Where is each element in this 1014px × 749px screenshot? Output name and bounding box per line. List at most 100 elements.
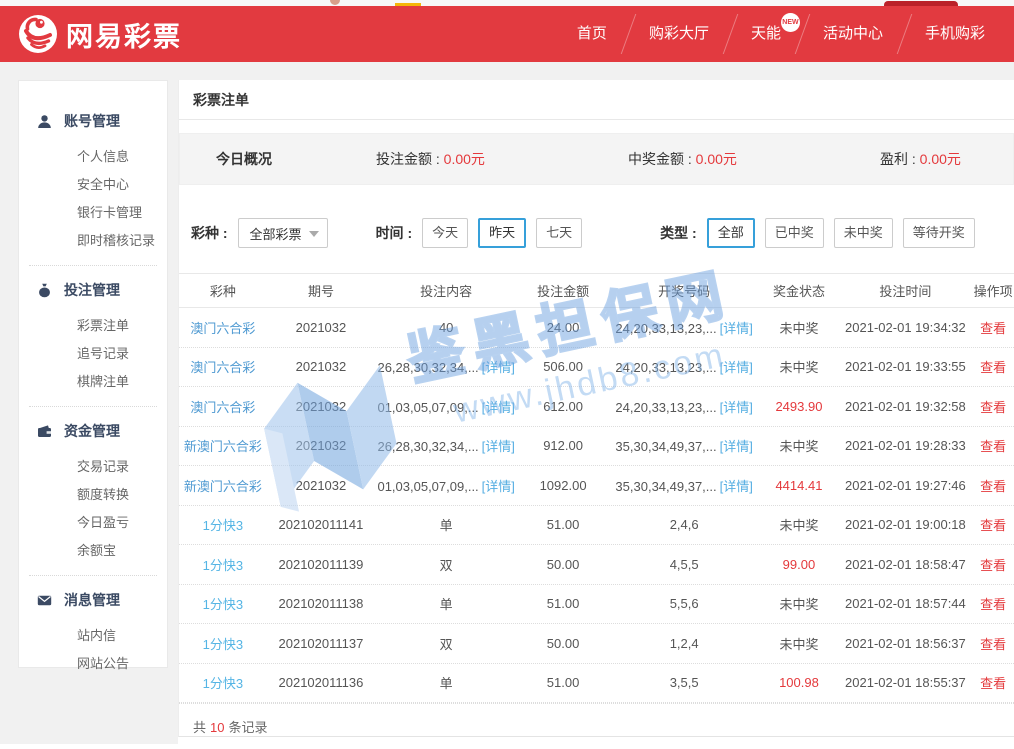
draw-numbers-detail-link[interactable]: [详情] bbox=[720, 321, 753, 336]
cell-lottery-name: 澳门六合彩 bbox=[179, 357, 267, 376]
sidebar-item-站内信[interactable]: 站内信 bbox=[19, 622, 167, 650]
time-filter-今天[interactable]: 今天 bbox=[422, 218, 468, 248]
sidebar-item-彩票注单[interactable]: 彩票注单 bbox=[19, 312, 167, 340]
draw-numbers-text: 4,5,5 bbox=[670, 557, 699, 572]
lottery-select[interactable]: 全部彩票 bbox=[238, 218, 328, 248]
view-link[interactable]: 查看 bbox=[980, 400, 1006, 415]
sidebar-item-即时稽核记录[interactable]: 即时稽核记录 bbox=[19, 227, 167, 255]
lottery-name-link[interactable]: 1分快3 bbox=[203, 676, 243, 691]
nav-item-4[interactable]: 活动中心 bbox=[802, 6, 904, 62]
cell-lottery-name: 1分快3 bbox=[179, 634, 267, 653]
cell-draw-numbers: 3,5,5 bbox=[609, 675, 759, 690]
cell-lottery-name: 1分快3 bbox=[179, 555, 267, 574]
cell-prize-status: 2493.90 bbox=[759, 399, 838, 414]
main-nav: 首页购彩大厅天能NEW活动中心手机购彩 bbox=[556, 6, 1006, 62]
cell-draw-numbers: 5,5,6 bbox=[609, 596, 759, 611]
sidebar-item-棋牌注单[interactable]: 棋牌注单 bbox=[19, 368, 167, 396]
view-link[interactable]: 查看 bbox=[980, 637, 1006, 652]
cell-issue: 202102011136 bbox=[267, 675, 376, 690]
draw-numbers-detail-link[interactable]: [详情] bbox=[720, 479, 753, 494]
lottery-name-link[interactable]: 澳门六合彩 bbox=[190, 400, 255, 415]
prize-status-text: 未中奖 bbox=[779, 321, 818, 336]
sidebar-item-个人信息[interactable]: 个人信息 bbox=[19, 143, 167, 171]
view-link[interactable]: 查看 bbox=[980, 676, 1006, 691]
summary-profit: 盈利 : 0.00元 bbox=[880, 149, 961, 169]
lottery-name-link[interactable]: 1分快3 bbox=[203, 558, 243, 573]
cell-bet-time: 2021-02-01 19:32:58 bbox=[839, 399, 973, 414]
draw-numbers-detail-link[interactable]: [详情] bbox=[720, 400, 753, 415]
sidebar-item-网站公告[interactable]: 网站公告 bbox=[19, 650, 167, 678]
site-logo[interactable]: 网易彩票 bbox=[18, 14, 182, 54]
lottery-name-link[interactable]: 澳门六合彩 bbox=[190, 321, 255, 336]
cell-bet-content: 双 bbox=[375, 634, 517, 653]
type-filter-未中奖[interactable]: 未中奖 bbox=[834, 218, 893, 248]
bet-content-detail-link[interactable]: [详情] bbox=[482, 400, 515, 415]
lottery-name-link[interactable]: 1分快3 bbox=[203, 637, 243, 652]
cell-bet-amount: 24.00 bbox=[517, 320, 609, 335]
sidebar-item-今日盈亏[interactable]: 今日盈亏 bbox=[19, 509, 167, 537]
cropped-avatar bbox=[330, 0, 340, 5]
prize-status-text: 未中奖 bbox=[779, 597, 818, 612]
draw-numbers-detail-link[interactable]: [详情] bbox=[720, 439, 753, 454]
lottery-name-link[interactable]: 新澳门六合彩 bbox=[184, 479, 262, 494]
lottery-name-link[interactable]: 新澳门六合彩 bbox=[184, 439, 262, 454]
prize-status-text: 2493.90 bbox=[775, 399, 822, 414]
lottery-name-link[interactable]: 1分快3 bbox=[203, 518, 243, 533]
view-link[interactable]: 查看 bbox=[980, 360, 1006, 375]
sidebar-item-余额宝[interactable]: 余额宝 bbox=[19, 537, 167, 565]
lottery-name-link[interactable]: 1分快3 bbox=[203, 597, 243, 612]
view-link[interactable]: 查看 bbox=[980, 439, 1006, 454]
sidebar-item-额度转换[interactable]: 额度转换 bbox=[19, 481, 167, 509]
time-filter-昨天[interactable]: 昨天 bbox=[478, 218, 526, 248]
col-header-8: 操作项 bbox=[972, 281, 1014, 300]
sidebar-item-安全中心[interactable]: 安全中心 bbox=[19, 171, 167, 199]
cell-lottery-name: 新澳门六合彩 bbox=[179, 476, 267, 495]
draw-numbers-text: 24,20,33,13,23,... bbox=[615, 360, 716, 375]
view-link[interactable]: 查看 bbox=[980, 558, 1006, 573]
view-link[interactable]: 查看 bbox=[980, 321, 1006, 336]
draw-numbers-text: 1,2,4 bbox=[670, 636, 699, 651]
time-filter-label: 时间 : bbox=[376, 223, 413, 243]
nav-item-2[interactable]: 购彩大厅 bbox=[628, 6, 730, 62]
cell-draw-numbers: 35,30,34,49,37,...[详情] bbox=[609, 476, 759, 495]
table-header-row: 彩种期号投注内容投注金额开奖号码奖金状态投注时间操作项 bbox=[179, 273, 1014, 308]
bet-content-detail-link[interactable]: [详情] bbox=[482, 439, 515, 454]
view-link[interactable]: 查看 bbox=[980, 597, 1006, 612]
col-header-7: 投注时间 bbox=[839, 281, 973, 300]
bet-content-detail-link[interactable]: [详情] bbox=[482, 479, 515, 494]
nav-item-3[interactable]: 天能NEW bbox=[730, 6, 802, 62]
table-row: 1分快3202102011136单51.003,5,5100.982021-02… bbox=[179, 664, 1014, 704]
time-filter-七天[interactable]: 七天 bbox=[536, 218, 582, 248]
lottery-name-link[interactable]: 澳门六合彩 bbox=[190, 360, 255, 375]
cell-draw-numbers: 4,5,5 bbox=[609, 557, 759, 572]
cell-bet-amount: 51.00 bbox=[517, 596, 609, 611]
nav-item-1[interactable]: 首页 bbox=[556, 6, 628, 62]
cell-bet-amount: 50.00 bbox=[517, 636, 609, 651]
cell-issue: 2021032 bbox=[267, 478, 376, 493]
cell-bet-content: 01,03,05,07,09,...[详情] bbox=[375, 397, 517, 416]
view-link[interactable]: 查看 bbox=[980, 479, 1006, 494]
view-link[interactable]: 查看 bbox=[980, 518, 1006, 533]
draw-numbers-detail-link[interactable]: [详情] bbox=[720, 360, 753, 375]
cropped-red-button bbox=[884, 1, 958, 6]
cell-bet-amount: 51.00 bbox=[517, 675, 609, 690]
type-filter-全部[interactable]: 全部 bbox=[707, 218, 755, 248]
nav-item-5[interactable]: 手机购彩 bbox=[904, 6, 1006, 62]
cell-action: 查看 bbox=[972, 318, 1014, 337]
col-header-4: 投注金额 bbox=[517, 281, 609, 300]
cell-prize-status: 未中奖 bbox=[759, 634, 838, 653]
prize-status-text: 未中奖 bbox=[779, 360, 818, 375]
sidebar-item-交易记录[interactable]: 交易记录 bbox=[19, 453, 167, 481]
cell-bet-content: 双 bbox=[375, 555, 517, 574]
cell-action: 查看 bbox=[972, 515, 1014, 534]
col-header-5: 开奖号码 bbox=[609, 281, 759, 300]
type-filter-已中奖[interactable]: 已中奖 bbox=[765, 218, 824, 248]
type-filter-等待开奖[interactable]: 等待开奖 bbox=[903, 218, 975, 248]
cell-issue: 2021032 bbox=[267, 320, 376, 335]
sidebar-item-追号记录[interactable]: 追号记录 bbox=[19, 340, 167, 368]
cell-lottery-name: 新澳门六合彩 bbox=[179, 436, 267, 455]
bet-content-detail-link[interactable]: [详情] bbox=[482, 360, 515, 375]
sidebar-item-银行卡管理[interactable]: 银行卡管理 bbox=[19, 199, 167, 227]
cell-prize-status: 4414.41 bbox=[759, 478, 838, 493]
cell-prize-status: 未中奖 bbox=[759, 357, 838, 376]
